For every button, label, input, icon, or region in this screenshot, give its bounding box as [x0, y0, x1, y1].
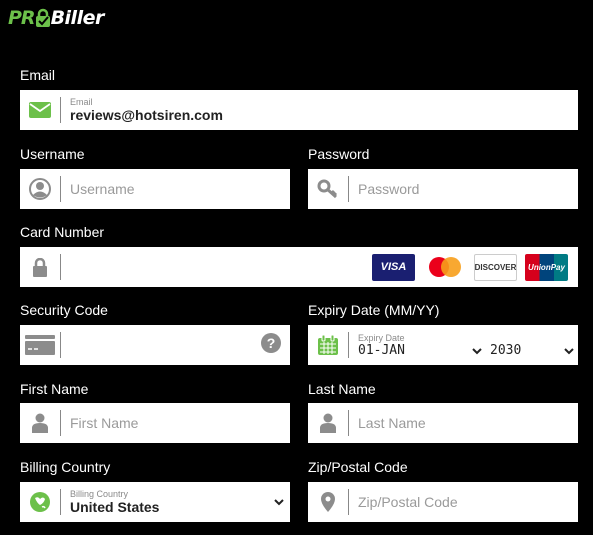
security-code-field[interactable]: ? — [20, 325, 290, 365]
logo-pro-text: PR — [8, 7, 36, 29]
lock-check-icon — [35, 8, 50, 27]
country-mini-label: Billing Country — [70, 489, 129, 499]
last-name-label: Last Name — [308, 381, 376, 397]
last-name-field[interactable]: Last Name — [308, 403, 578, 443]
email-label: Email — [20, 67, 56, 83]
accepted-cards: VISA DISCOVER UnionPay — [372, 253, 578, 281]
country-value: United States — [70, 499, 160, 515]
user-icon — [308, 403, 348, 443]
first-name-label: First Name — [20, 381, 89, 397]
calendar-icon — [308, 325, 348, 365]
question-circle-icon[interactable]: ? — [261, 332, 281, 353]
expiry-label: Expiry Date (MM/YY) — [308, 302, 440, 318]
envelope-icon — [20, 90, 60, 130]
mastercard-logo-icon — [423, 253, 466, 281]
credit-card-icon — [20, 325, 60, 365]
first-name-field[interactable]: First Name — [20, 403, 290, 443]
expiry-year-select[interactable]: 2030 — [482, 343, 574, 358]
discover-logo-icon: DISCOVER — [474, 253, 517, 281]
probiller-logo: PR Biller — [8, 6, 104, 30]
card-number-label: Card Number — [20, 224, 105, 240]
visa-logo-icon: VISA — [372, 253, 415, 281]
globe-icon — [20, 482, 60, 522]
chevron-down-icon — [472, 347, 482, 354]
expiry-month-value: 01-JAN — [358, 343, 405, 358]
user-icon — [20, 403, 60, 443]
expiry-field[interactable]: Expiry Date 01-JAN 2030 — [308, 325, 578, 365]
zip-field[interactable]: Zip/Postal Code — [308, 482, 578, 522]
key-icon — [308, 169, 348, 209]
card-number-field[interactable]: VISA DISCOVER UnionPay — [20, 247, 578, 287]
user-circle-icon — [20, 169, 60, 209]
map-pin-icon — [308, 482, 348, 522]
chevron-down-icon — [564, 347, 574, 354]
logo-biller-text: Biller — [50, 7, 105, 29]
email-value[interactable]: reviews@hotsiren.com — [70, 107, 578, 124]
chevron-down-icon — [274, 499, 284, 506]
billing-country-select[interactable]: Billing Country United States — [20, 482, 290, 522]
help-button[interactable]: ? — [261, 332, 290, 358]
zip-label: Zip/Postal Code — [308, 459, 408, 475]
unionpay-logo-icon: UnionPay — [525, 253, 568, 281]
last-name-placeholder: Last Name — [358, 415, 426, 431]
zip-placeholder: Zip/Postal Code — [358, 494, 458, 510]
password-placeholder: Password — [358, 181, 420, 197]
security-code-label: Security Code — [20, 302, 108, 318]
expiry-month-select[interactable]: 01-JAN — [358, 343, 482, 358]
email-field[interactable]: Email reviews@hotsiren.com — [20, 90, 578, 130]
password-field[interactable]: Password — [308, 169, 578, 209]
first-name-placeholder: First Name — [70, 415, 139, 431]
lock-icon — [20, 247, 60, 287]
svg-text:?: ? — [267, 335, 276, 351]
username-field[interactable]: Username — [20, 169, 290, 209]
expiry-mini-label: Expiry Date — [358, 333, 405, 343]
billing-country-label: Billing Country — [20, 459, 111, 475]
password-label: Password — [308, 146, 370, 162]
username-placeholder: Username — [70, 181, 135, 197]
username-label: Username — [20, 146, 85, 162]
email-mini-label: Email — [70, 97, 93, 107]
expiry-year-value: 2030 — [490, 343, 522, 358]
